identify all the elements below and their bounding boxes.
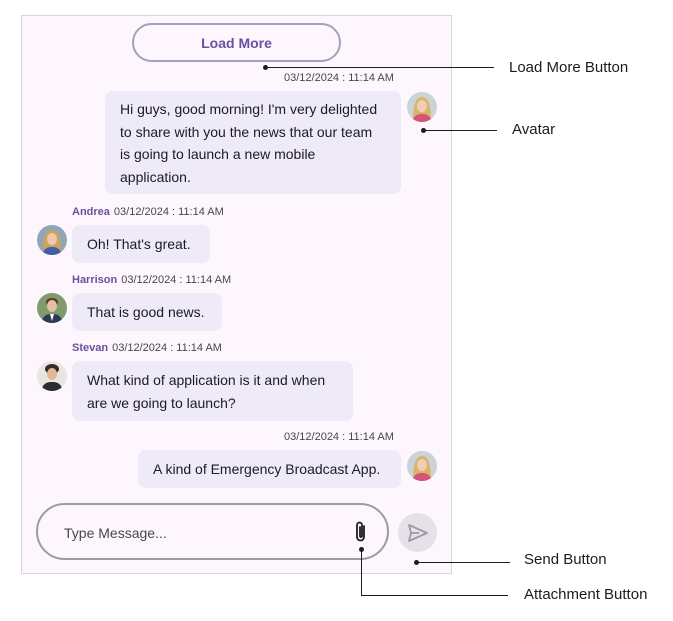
author-name: Andrea [72,206,110,218]
message-timestamp: 03/12/2024 : 11:14 AM [112,342,222,354]
author-name: Stevan [72,342,109,354]
message-composer [36,503,389,560]
message-bubble: What kind of application is it and when … [72,361,353,421]
author-name: Harrison [72,274,118,286]
message-bubble: That is good news. [72,293,222,331]
message-bubble: A kind of Emergency Broadcast App. [138,450,401,488]
callout-send: Send Button [524,551,607,568]
callout-attachment: Attachment Button [524,586,648,603]
callout-line [416,562,510,563]
callout-line [361,595,508,596]
load-more-button[interactable]: Load More [132,23,341,62]
avatar[interactable] [37,225,67,255]
callout-avatar: Avatar [512,121,556,138]
callout-load-more: Load More Button [509,59,629,76]
message-timestamp: 03/12/2024 : 11:14 AM [121,274,232,286]
message-header: Harrison 03/12/2024 : 11:14 AM [72,274,231,286]
avatar-image-icon [37,361,67,391]
callout-line [423,130,497,131]
message-bubble: Oh! That's great. [72,225,210,263]
callout-line [361,549,362,596]
message-header: Stevan 03/12/2024 : 11:14 AM [72,342,222,354]
avatar[interactable] [407,451,437,481]
callout-line [265,67,494,68]
message-header: Andrea 03/12/2024 : 11:14 AM [72,206,224,218]
message-input[interactable] [62,521,336,545]
avatar-image-icon [37,293,67,323]
attachment-button[interactable] [351,519,371,545]
message-timestamp: 03/12/2024 : 11:14 AM [284,72,394,84]
avatar[interactable] [37,293,67,323]
message-timestamp: 03/12/2024 : 11:14 AM [113,206,224,218]
send-icon [407,523,428,542]
avatar[interactable] [407,92,437,122]
message-bubble: Hi guys, good morning! I'm very delighte… [105,91,401,194]
avatar[interactable] [37,361,67,391]
message-timestamp: 03/12/2024 : 11:14 AM [284,431,394,443]
avatar-image-icon [407,92,437,122]
avatar-image-icon [407,451,437,481]
send-button[interactable] [398,513,437,552]
paperclip-icon [356,521,365,542]
avatar-image-icon [37,225,67,255]
